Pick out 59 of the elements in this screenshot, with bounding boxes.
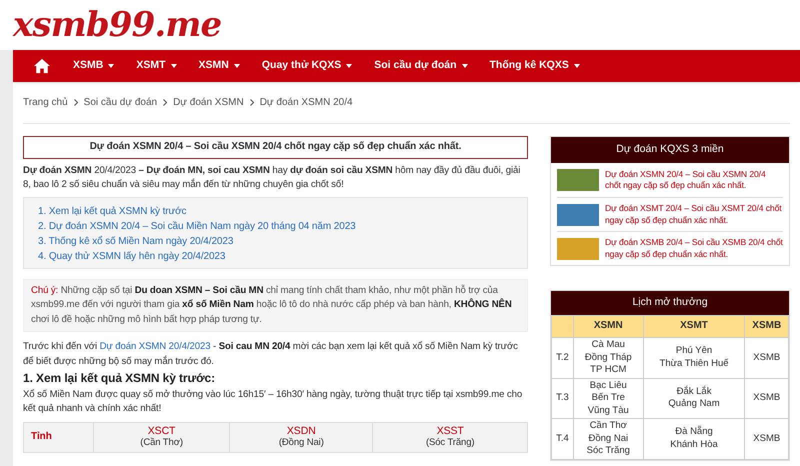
table-cell: Đắk Lắk Quảng Nam: [643, 378, 745, 418]
column-header: XSMT: [643, 316, 745, 338]
nav-menu[interactable]: XSMB: [73, 58, 114, 74]
nav-menu[interactable]: XSMN: [198, 58, 240, 74]
thumbnail-placeholder[interactable]: [557, 204, 599, 226]
article-link[interactable]: Dự đoán XSMN 20/4 – Soi cầu XSMN 20/4 chốt ngay cặp số đẹp chuẩn xác nhất.: [605, 168, 783, 192]
toc-link[interactable]: 3. Thống kê xổ số Miền Nam ngày 20/4/2023: [38, 234, 234, 248]
nav-menu[interactable]: Thống kê KQXS: [490, 58, 580, 74]
article-link[interactable]: Dự đoán XSMB 20/4 – Soi cầu XSMB 20/4 chốt ngay cặp số đẹp chuẩn xác nhất.: [605, 237, 783, 260]
caret-icon: [170, 64, 177, 68]
nav-menu[interactable]: Soi cầu dự đoán: [374, 58, 468, 74]
table-cell: Cà Mau Đồng Tháp TP HCM: [574, 338, 644, 378]
chevron-icon: [74, 99, 78, 106]
breadcrumb-link[interactable]: Soi cầu dự đoán: [84, 95, 158, 110]
table-cell: XSMB: [744, 338, 788, 378]
table-cell: Phú Yên Thừa Thiên Huế: [643, 338, 745, 378]
site-logo[interactable]: xsmb99.me: [13, 8, 222, 42]
chevron-icon: [163, 99, 168, 106]
table-cell: Cần Thơ Đồng Nai Sóc Trăng: [574, 418, 644, 459]
table-cell: T.3: [552, 378, 574, 418]
article-title: Dự đoán XSMN 20/4 – Soi cầu XSMN 20/4 chốt ngay cặp số đẹp chuẩn xác nhất.: [23, 136, 528, 158]
toc-link[interactable]: 1. Xem lại kết quả XSMN kỳ trước: [38, 204, 186, 218]
toc-link[interactable]: 2. Dự đoán XSMN 20/4 – Soi cầu Miền Nam ngày 20 tháng 04 năm 2023: [38, 218, 356, 234]
table-header: Tỉnh: [24, 422, 94, 452]
table-cell: XSMB: [744, 418, 788, 459]
panel-title: Dự đoán KQXS 3 miền: [551, 137, 789, 163]
column-header: XSMN: [574, 316, 644, 338]
caret-icon: [234, 64, 240, 68]
panel-title: Lịch mở thưởng: [551, 291, 789, 315]
chevron-icon: [250, 99, 254, 106]
disclaimer-note: Chú ý: Những cặp số tại Du doan XSMN – Soi cầu MN chỉ mang tính chất tham khảo, như một phần hỗ trợ của xsmb99.me đến với người tham gia xổ số Miền Nam hoặc lô tô do nhà nước cấp phép và ban hành, KHÔNG NÊN chơi lô đề hoặc những mô hình bất hợp pháp tương tự.: [23, 278, 528, 332]
caret-icon: [462, 64, 468, 68]
intro-paragraph: Dự đoán XSMN 20/4/2023 – Dự đoán MN, soi cau XSMN hay dự đoán soi cầu XSMN hôm nay đầy đủ đầu đuôi, giải 8, bao lô 2 số siêu chuẩn và siêu may mắn đến từ những chuyên gia chốt số!: [23, 164, 522, 192]
caret-icon: [108, 64, 114, 68]
table-cell: T.4: [552, 418, 574, 459]
nav-menu[interactable]: Quay thử KQXS: [262, 58, 352, 74]
section-paragraph: Xổ số Miền Nam được quay số mở thưởng vào lúc 16h15′ – 16h30′ hàng ngày, tường thuật trực tiếp tại xsmb99.me cho kết quả nhanh và chính xác nhất!: [23, 388, 524, 416]
caret-icon: [346, 64, 352, 68]
lead-paragraph: Trước khi đến với Dự đoán XSMN 20/4/2023 - Soi cau MN 20/4 mời các bạn xem lại kết quả xổ số Miền Nam kỳ trước để biết được những bộ số may mắn trước đó.: [23, 340, 519, 368]
table-cell: XSMB: [744, 378, 788, 418]
breadcrumb-link[interactable]: Trang chủ: [23, 95, 68, 110]
article-link[interactable]: Dự đoán XSMN 20/4/2023: [100, 341, 210, 352]
caret-icon: [574, 64, 580, 68]
breadcrumb-link[interactable]: Dự đoán XSMN 20/4: [260, 95, 353, 110]
thumbnail-placeholder[interactable]: [557, 238, 599, 260]
section-heading: 1. Xem lại kết quả XSMN kỳ trước:: [23, 371, 216, 386]
table-header: XSDN (Đồng Nai): [230, 422, 373, 452]
table-header: XSST (Sóc Trăng): [372, 422, 528, 452]
table-cell: T.2: [552, 338, 574, 378]
toc-link[interactable]: 4. Quay thử XSMN lấy hên ngày 20/4/2023: [38, 248, 226, 264]
table-cell: Đà Nẵng Khánh Hòa: [643, 418, 745, 459]
column-header: XSMB: [744, 316, 788, 338]
home-icon[interactable]: [33, 58, 51, 74]
table-header: XSCT (Cần Thơ): [94, 422, 230, 452]
nav-menu[interactable]: XSMT: [136, 58, 177, 74]
thumbnail-placeholder[interactable]: [557, 169, 599, 191]
table-cell: Bạc Liêu Bến Tre Vũng Tàu: [574, 378, 644, 418]
article-link[interactable]: Dự đoán XSMT 20/4 – Soi cầu XSMT 20/4 chốt ngay cặp số đẹp chuẩn xác nhất.: [605, 203, 783, 226]
breadcrumb-link[interactable]: Dự đoán XSMN: [173, 95, 244, 110]
